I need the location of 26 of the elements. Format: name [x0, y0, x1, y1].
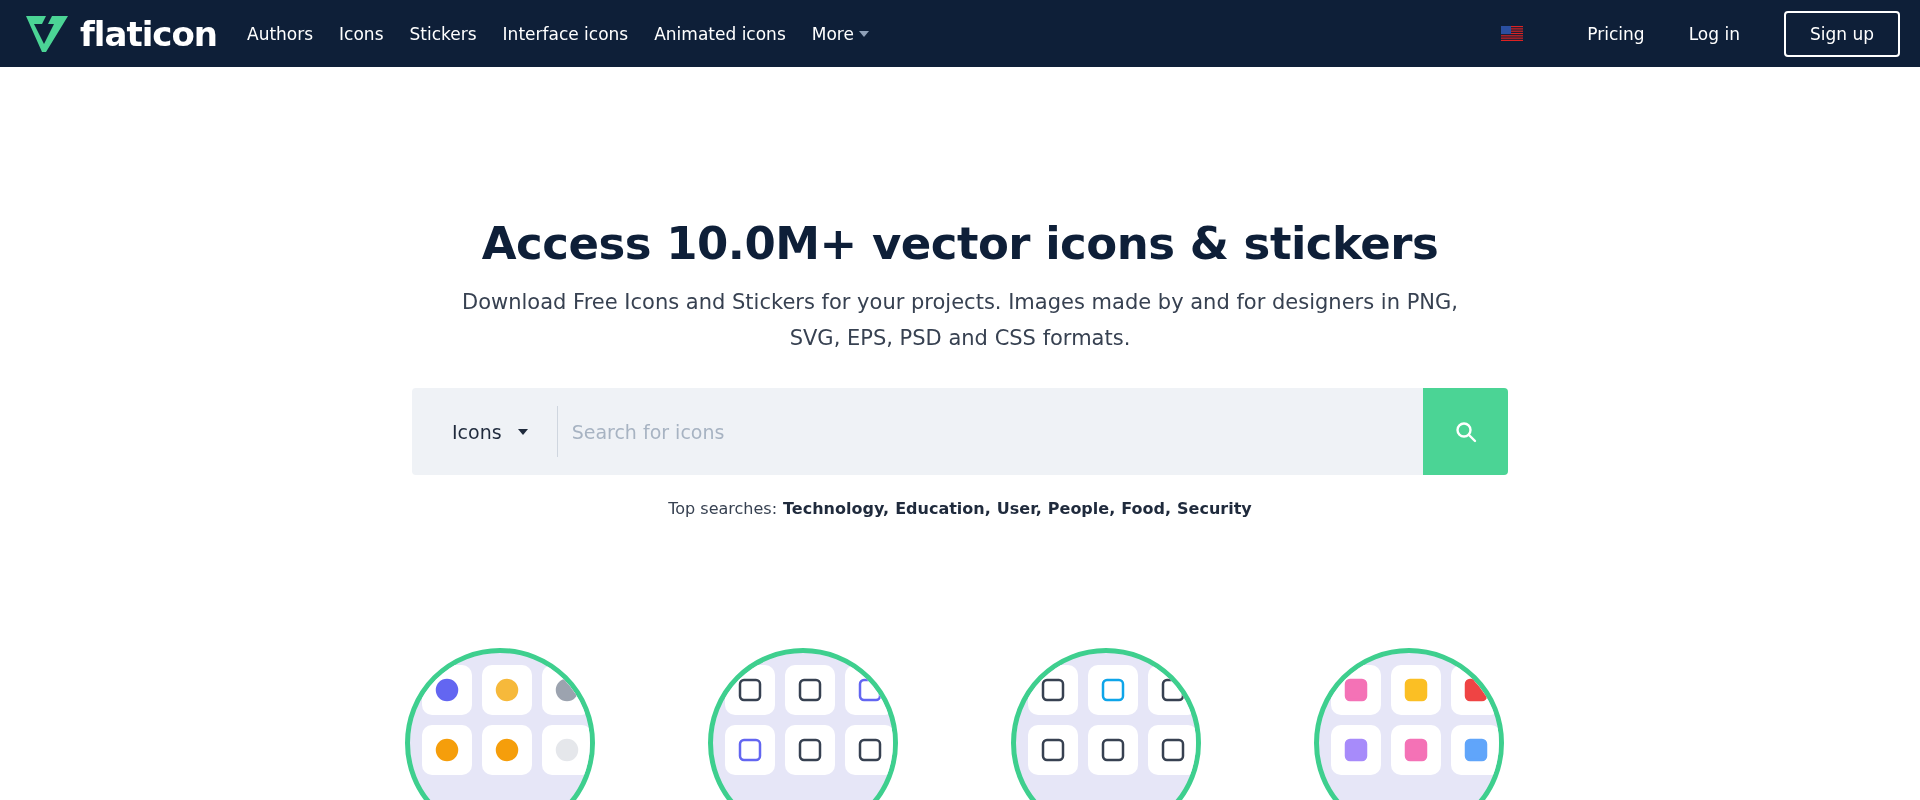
signup-button[interactable]: Sign up	[1783, 10, 1900, 57]
top-search-link[interactable]: People,	[1047, 499, 1116, 518]
caret-icon	[858, 30, 869, 37]
logo-wordmark[interactable]: flaticon	[80, 13, 217, 54]
nav-link[interactable]: Stickers	[409, 23, 477, 44]
login-link[interactable]: Log in	[1688, 23, 1740, 44]
search-field[interactable]: Search for icons	[557, 388, 1423, 475]
nav-link[interactable]: Authors	[247, 23, 314, 44]
nav-dropdown[interactable]: More	[811, 23, 869, 44]
top-searches-label: Top searches:	[668, 499, 778, 518]
top-search-link[interactable]: Technology,	[783, 499, 890, 518]
hero-subtitle: Download Free Icons and Stickers for your projects. Images made by and for designers in PNG, SVG, EPS, PSD and CSS formats.	[461, 289, 1459, 352]
search-icon	[1454, 420, 1477, 443]
top-search-link[interactable]: Food,	[1121, 499, 1172, 518]
caret-icon	[517, 428, 528, 435]
hero-title: Access 10.0M+ vector icons & stickers	[481, 217, 1439, 270]
search-type-dropdown[interactable]: Icons	[412, 388, 558, 475]
top-search-link[interactable]: Education,	[895, 499, 991, 518]
top-search-link[interactable]: User,	[996, 499, 1042, 518]
flag-icon[interactable]	[1501, 26, 1524, 41]
top-search-link[interactable]: Security	[1177, 499, 1252, 518]
nav-link[interactable]: Icons	[339, 23, 384, 44]
logo-icon[interactable]	[24, 13, 70, 54]
pricing-link[interactable]: Pricing	[1587, 23, 1645, 44]
nav-link[interactable]: Interface icons	[502, 23, 629, 44]
nav-link[interactable]: Animated icons	[654, 23, 786, 44]
